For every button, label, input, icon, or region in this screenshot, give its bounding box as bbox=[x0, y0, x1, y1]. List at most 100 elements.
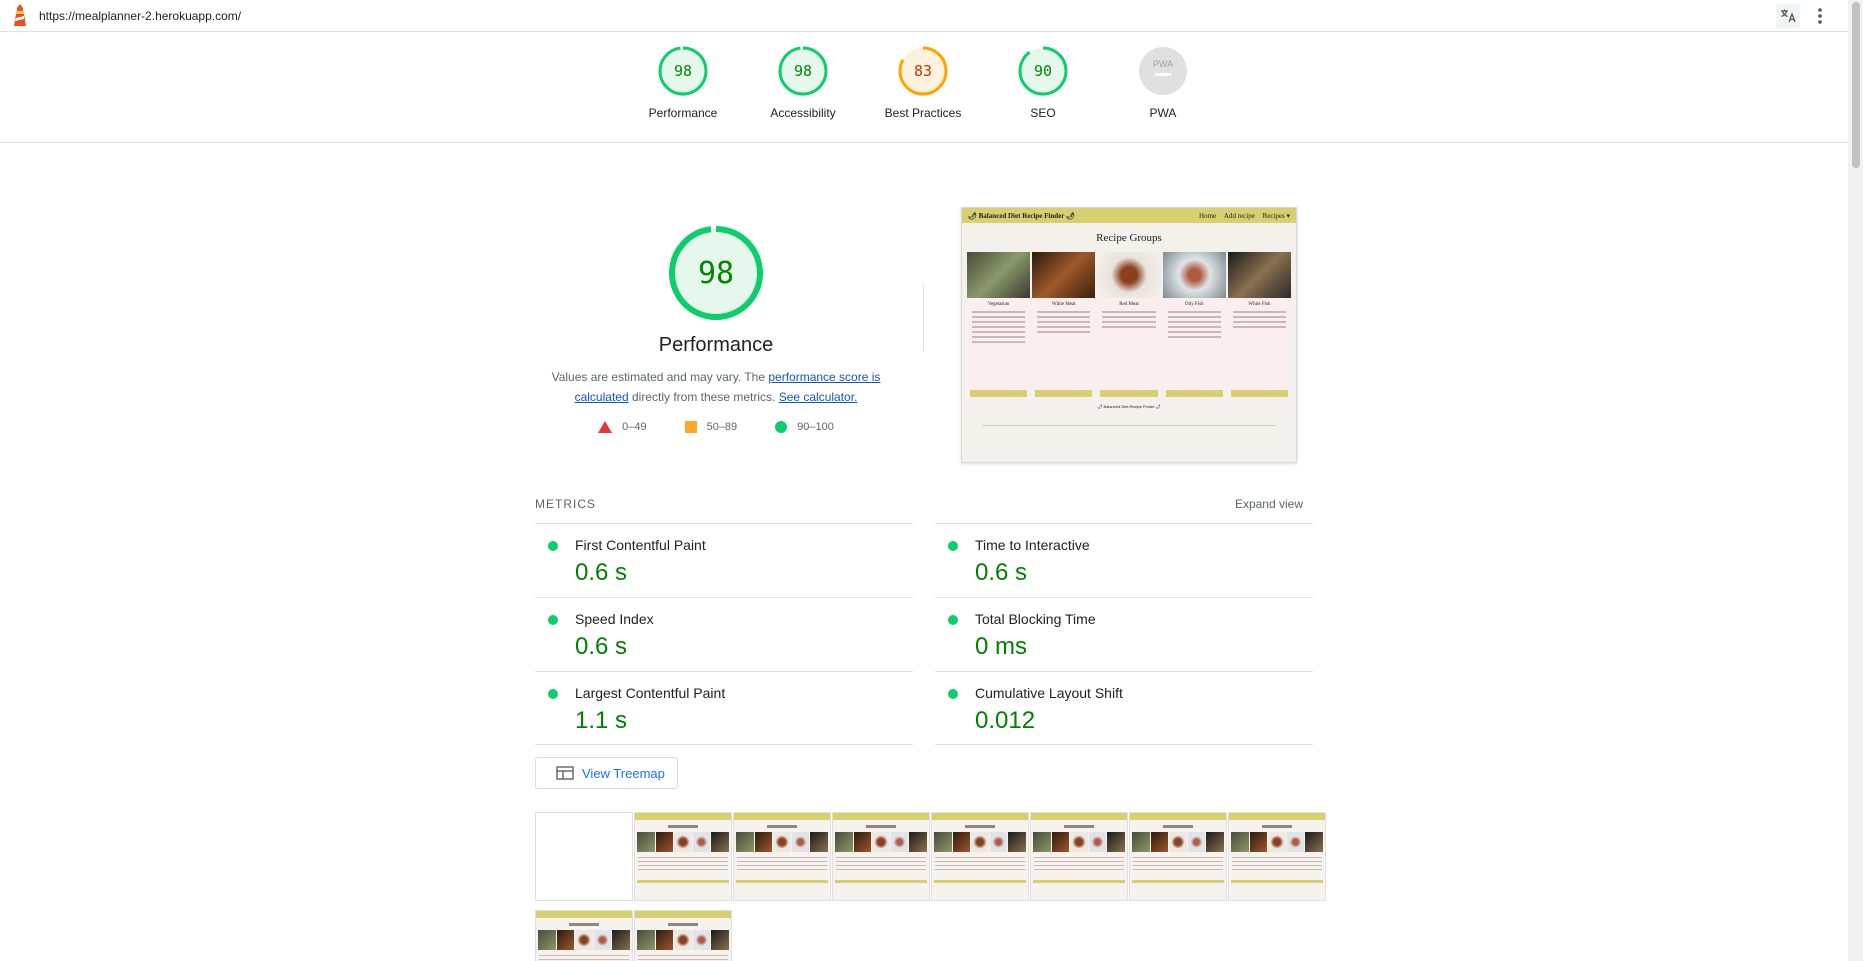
lighthouse-logo-icon bbox=[14, 4, 26, 26]
treemap-label: View Treemap bbox=[582, 765, 665, 781]
metrics-header: METRICS Expand view bbox=[535, 497, 1312, 511]
metric-time-to-interactive: Time to Interactive 0.6 s bbox=[935, 523, 1313, 597]
fs-card-text bbox=[972, 311, 1026, 343]
performance-description: Values are estimated and may vary. The p… bbox=[545, 367, 887, 407]
main-gauge-score: 98 bbox=[698, 256, 734, 291]
metric-name: Largest Contentful Paint bbox=[575, 685, 726, 701]
gauge-label: PWA bbox=[1149, 106, 1177, 120]
filmstrip-frame bbox=[634, 812, 732, 901]
gauge-score: 98 bbox=[794, 62, 812, 80]
filmstrip-frame bbox=[1228, 812, 1326, 901]
fs-card-title: Oily Fish bbox=[1184, 302, 1204, 307]
gauge-score: 98 bbox=[674, 62, 692, 80]
filmstrip-frame bbox=[1129, 812, 1227, 901]
metric-speed-index: Speed Index 0.6 s bbox=[535, 597, 913, 671]
performance-title: Performance bbox=[658, 334, 774, 356]
view-treemap-button[interactable]: View Treemap bbox=[535, 757, 678, 789]
translate-icon[interactable] bbox=[1776, 4, 1800, 28]
metric-name: First Contentful Paint bbox=[575, 537, 706, 553]
divider bbox=[935, 744, 1313, 745]
fs-card: White Fish bbox=[1227, 252, 1292, 400]
fs-nav-link: Recipes ▾ bbox=[1262, 211, 1290, 220]
fs-card-button bbox=[1100, 390, 1158, 397]
filmstrip-frame bbox=[1030, 812, 1128, 901]
final-screenshot[interactable]: 🌶 Balanced Diet Recipe Finder 🌶 Home Add… bbox=[961, 207, 1297, 463]
pwa-badge-icon: PWA bbox=[1139, 47, 1187, 95]
gauge-score: 83 bbox=[914, 62, 932, 80]
pass-circle-icon bbox=[548, 541, 558, 551]
divider bbox=[923, 285, 924, 351]
gauge-score: 90 bbox=[1034, 62, 1052, 80]
metric-first-contentful-paint: First Contentful Paint 0.6 s bbox=[535, 523, 913, 597]
filmstrip-frame bbox=[535, 910, 633, 961]
fs-card-image bbox=[1032, 252, 1096, 298]
fs-nav-links: Home Add recipe Recipes ▾ bbox=[1193, 212, 1290, 220]
pwa-dash bbox=[1155, 73, 1171, 76]
metric-cumulative-layout-shift: Cumulative Layout Shift 0.012 bbox=[935, 671, 1313, 745]
gauge-label: Performance bbox=[648, 106, 718, 120]
gauge-ring: 98 bbox=[658, 46, 708, 96]
page-url[interactable]: https://mealplanner-2.herokuapp.com/ bbox=[39, 9, 241, 23]
gauge-performance[interactable]: 98 Performance bbox=[628, 46, 738, 120]
filmstrip-frame bbox=[634, 910, 732, 961]
see-calculator-link[interactable]: See calculator. bbox=[779, 390, 858, 404]
fs-navbar: 🌶 Balanced Diet Recipe Finder 🌶 Home Add… bbox=[962, 208, 1296, 223]
gauge-pwa[interactable]: PWA PWA bbox=[1108, 46, 1218, 120]
filmstrip-frame bbox=[832, 812, 930, 901]
fs-card: Oily Fish bbox=[1162, 252, 1226, 400]
gauge-seo[interactable]: 90 SEO bbox=[988, 46, 1098, 120]
fs-card-image bbox=[1162, 252, 1226, 298]
metric-name: Time to Interactive bbox=[975, 537, 1090, 553]
scrollbar-thumb[interactable] bbox=[1852, 2, 1860, 168]
desc-text: Values are estimated and may vary. The bbox=[551, 370, 769, 384]
pass-circle-icon bbox=[548, 689, 558, 699]
fs-card-title: Red Meat bbox=[1119, 302, 1139, 307]
pass-circle-icon bbox=[948, 689, 958, 699]
pass-circle-icon bbox=[548, 615, 558, 625]
filmstrip-frame bbox=[733, 812, 831, 901]
fs-card-title: White Meat bbox=[1051, 302, 1076, 307]
performance-gauge: 98 bbox=[669, 226, 763, 320]
fs-card: White Meat bbox=[1032, 252, 1096, 400]
metric-largest-contentful-paint: Largest Contentful Paint 1.1 s bbox=[535, 671, 913, 745]
fs-nav-link: Add recipe bbox=[1223, 211, 1255, 220]
metric-value: 0 ms bbox=[975, 633, 1028, 660]
gauge-best-practices[interactable]: 83 Best Practices bbox=[868, 46, 978, 120]
gauge-bg bbox=[1139, 47, 1187, 95]
pass-circle-icon bbox=[948, 615, 958, 625]
fs-card-title: White Fish bbox=[1248, 302, 1271, 307]
performance-summary: 98 Performance Values are estimated and … bbox=[545, 225, 887, 433]
fs-card-image bbox=[1097, 252, 1161, 298]
pass-circle-icon bbox=[948, 541, 958, 551]
legend-range: 90–100 bbox=[797, 421, 834, 433]
fs-nav-link: Home bbox=[1199, 211, 1217, 220]
desc-text: directly from these metrics. bbox=[628, 390, 779, 404]
gauge-accessibility[interactable]: 98 Accessibility bbox=[748, 46, 858, 120]
fs-card: Vegetarian bbox=[967, 252, 1031, 400]
more-menu-icon[interactable] bbox=[1810, 4, 1830, 28]
fs-card-button bbox=[1165, 390, 1223, 397]
top-bar: https://mealplanner-2.herokuapp.com/ bbox=[0, 0, 1848, 32]
pwa-badge-text: PWA bbox=[1153, 59, 1173, 69]
filmstrip-frame bbox=[535, 812, 633, 901]
fs-card-text bbox=[1232, 311, 1287, 328]
metric-value: 0.012 bbox=[975, 707, 1036, 734]
metric-name: Speed Index bbox=[575, 611, 654, 627]
fs-card-title: Vegetarian bbox=[987, 302, 1010, 307]
fs-card-image bbox=[1227, 252, 1292, 298]
scrollbar[interactable] bbox=[1848, 0, 1863, 961]
gauge-label: Accessibility bbox=[770, 106, 836, 120]
gauge-label: SEO bbox=[1030, 106, 1056, 120]
fs-card-button bbox=[970, 390, 1028, 397]
expand-view-button[interactable]: Expand view bbox=[1235, 497, 1303, 511]
circle-icon bbox=[775, 421, 788, 433]
legend-pass: 90–100 bbox=[775, 421, 834, 433]
fs-footer-line bbox=[982, 425, 1276, 426]
fs-card: Red Meat bbox=[1097, 252, 1161, 400]
legend-average: 50–89 bbox=[684, 421, 737, 433]
gauge-ring: 98 bbox=[778, 46, 828, 96]
legend-range: 0–49 bbox=[622, 421, 647, 433]
square-icon bbox=[684, 421, 697, 433]
treemap-icon bbox=[556, 766, 574, 780]
metric-name: Total Blocking Time bbox=[975, 611, 1096, 627]
